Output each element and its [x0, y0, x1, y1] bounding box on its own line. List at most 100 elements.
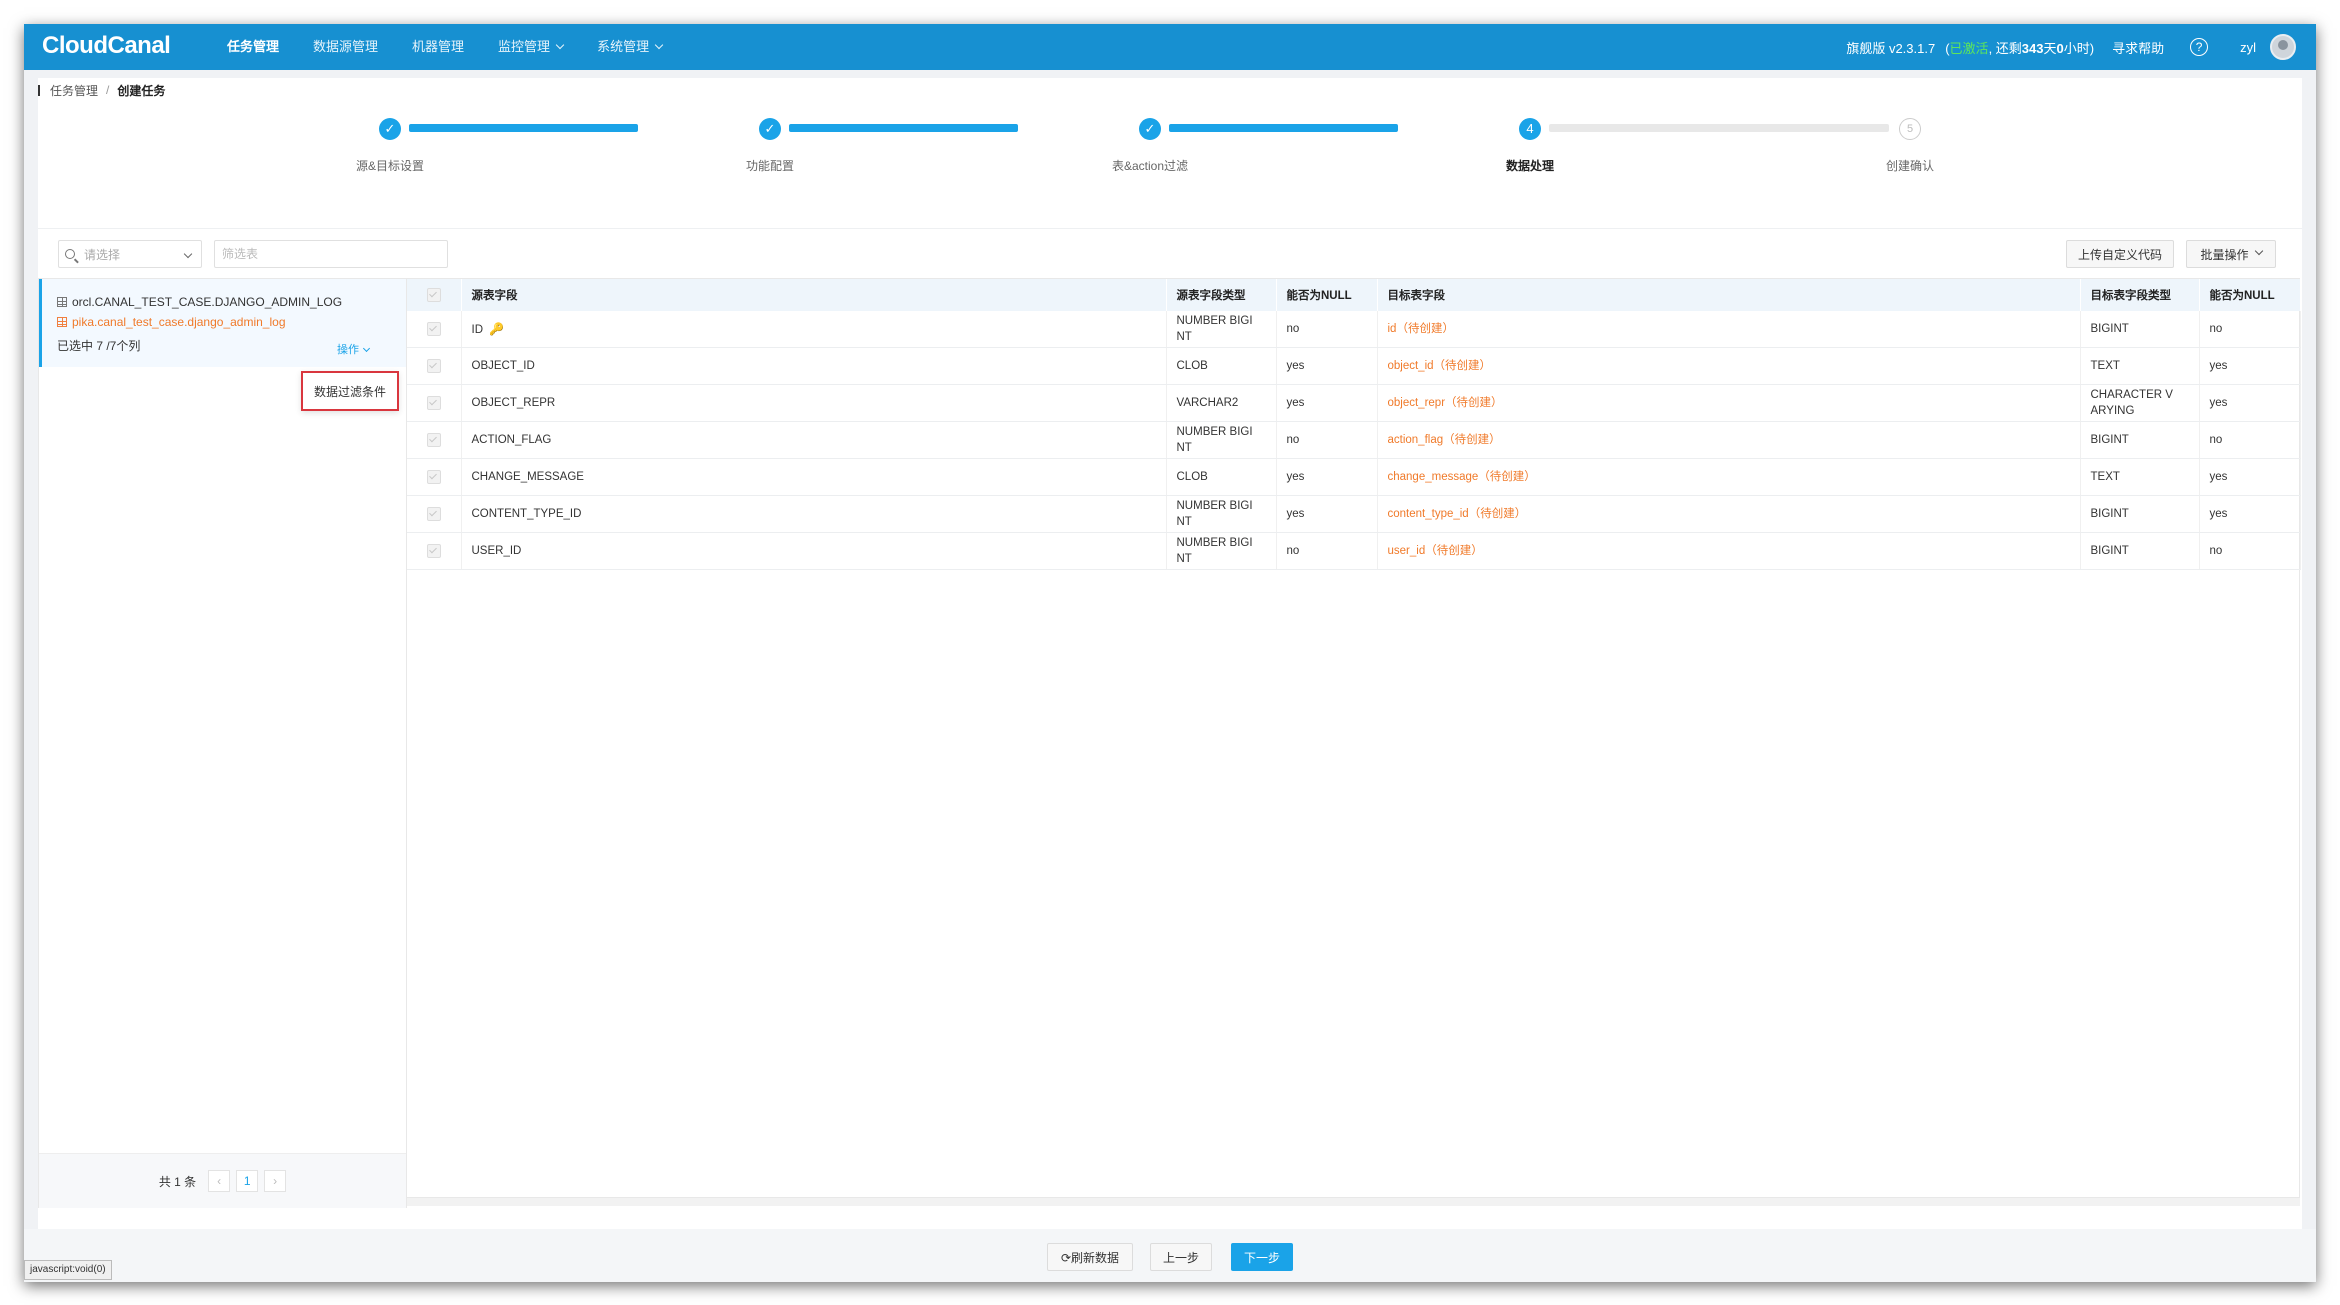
source-nullable: no — [1276, 421, 1378, 459]
license-status: (已激活, 还剩343天0小时) — [1945, 40, 2095, 56]
selected-column-count: 已选中 7 /7个列 — [57, 339, 141, 353]
col-header-source-type: 源表字段类型 — [1166, 279, 1277, 311]
target-nullable: yes — [2199, 384, 2301, 422]
target-field[interactable]: change_message（待创建） — [1377, 458, 2081, 496]
table-row: ID 🔑 NUMBER BIGI NT no id（待创建） BIGINT no — [407, 311, 2301, 348]
operation-dropdown[interactable]: 操作 — [337, 341, 371, 357]
activated-text: 已激活 — [1949, 40, 1989, 56]
source-field: USER_ID — [461, 532, 1167, 570]
main-panel: ✓ ✓ ✓ 4 5 源&目标设置 功能配置 表&action过滤 数据处理 创建… — [38, 78, 2302, 1258]
batch-operations-button[interactable]: 批量操作 — [2186, 240, 2276, 268]
target-nullable: no — [2199, 532, 2301, 570]
nav-system-management[interactable]: 系统管理 — [580, 24, 679, 70]
source-table: orcl.CANAL_TEST_CASE.DJANGO_ADMIN_LOG — [57, 295, 342, 309]
table-header-row: 源表字段 源表字段类型 能否为NULL 目标表字段 目标表字段类型 能否为NUL… — [407, 279, 2301, 311]
chevron-down-icon — [362, 344, 371, 353]
breadcrumb-parent[interactable]: 任务管理 — [50, 82, 98, 99]
table-row: OBJECT_REPR VARCHAR2 yes object_repr（待创建… — [407, 384, 2301, 422]
chevron-down-icon — [654, 40, 664, 50]
target-field[interactable]: content_type_id（待创建） — [1377, 495, 2081, 533]
target-nullable: no — [2199, 421, 2301, 459]
next-step-button[interactable]: 下一步 — [1231, 1243, 1293, 1271]
target-nullable: yes — [2199, 458, 2301, 496]
source-type: VARCHAR2 — [1166, 384, 1277, 422]
target-field[interactable]: object_id（待创建） — [1377, 347, 2081, 385]
source-field: CONTENT_TYPE_ID — [461, 495, 1167, 533]
table-list-item[interactable]: orcl.CANAL_TEST_CASE.DJANGO_ADMIN_LOG pi… — [39, 279, 406, 367]
target-type: CHARACTER V ARYING — [2080, 384, 2200, 422]
prev-step-button[interactable]: 上一步 — [1150, 1243, 1212, 1271]
refresh-data-button[interactable]: ⟳刷新数据 — [1047, 1243, 1133, 1271]
nav-datasource-management[interactable]: 数据源管理 — [296, 24, 395, 70]
target-type: TEXT — [2080, 347, 2200, 385]
source-type: CLOB — [1166, 347, 1277, 385]
target-field[interactable]: object_repr（待创建） — [1377, 384, 2081, 422]
row-checkbox[interactable] — [426, 543, 441, 558]
source-field: ACTION_FLAG — [461, 421, 1167, 459]
breadcrumb-current: 创建任务 — [117, 83, 166, 98]
source-nullable: no — [1276, 532, 1378, 570]
row-checkbox[interactable] — [426, 469, 441, 484]
source-field: CHANGE_MESSAGE — [461, 458, 1167, 496]
nav-task-management[interactable]: 任务管理 — [210, 24, 296, 70]
page-1-button[interactable]: 1 — [236, 1170, 259, 1192]
help-link[interactable]: 寻求帮助 — [2112, 38, 2164, 57]
nav-machine-management[interactable]: 机器管理 — [395, 24, 481, 70]
select-all-checkbox[interactable] — [426, 288, 441, 302]
step-3-check-icon: ✓ — [1139, 118, 1161, 140]
header-right: 旗舰版 v2.3.1.7 (已激活, 还剩343天0小时) 寻求帮助 ? zyl — [1846, 24, 2296, 70]
data-filter-condition-menu-item[interactable]: 数据过滤条件 — [301, 371, 399, 411]
target-field[interactable]: action_flag（待创建） — [1377, 421, 2081, 459]
pagination: 共 1 条 ‹ 1 › — [39, 1153, 406, 1208]
browser-status-bar: javascript:void(0) — [24, 1260, 112, 1280]
schema-select[interactable]: 请选择 — [58, 240, 202, 268]
step-4-number: 4 — [1519, 118, 1541, 140]
cloudcanal-logo[interactable]: CloudCanal — [42, 32, 171, 60]
primary-key-icon: 🔑 — [489, 321, 504, 336]
row-checkbox[interactable] — [426, 395, 441, 410]
target-field[interactable]: id（待创建） — [1377, 311, 2081, 348]
step-3-label: 表&action过滤 — [1111, 159, 1189, 173]
step-connector — [789, 124, 1018, 132]
total-count: 共 1 条 — [158, 1174, 197, 1189]
source-field: OBJECT_ID — [461, 347, 1167, 385]
source-field: OBJECT_REPR — [461, 384, 1167, 422]
top-navbar: CloudCanal 任务管理 数据源管理 机器管理 监控管理 系统管理 旗舰版… — [24, 24, 2316, 70]
chevron-down-icon — [2254, 246, 2263, 256]
avatar[interactable] — [2270, 34, 2296, 60]
target-table: pika.canal_test_case.django_admin_log — [57, 315, 286, 329]
step-progress: ✓ ✓ ✓ 4 5 源&目标设置 功能配置 表&action过滤 数据处理 创建… — [38, 116, 2302, 176]
upload-custom-code-button[interactable]: 上传自定义代码 — [2066, 240, 2174, 268]
col-header-target-field: 目标表字段 — [1377, 279, 2081, 311]
username[interactable]: zyl — [2240, 40, 2256, 55]
next-page-button[interactable]: › — [264, 1170, 287, 1192]
col-header-source-field: 源表字段 — [461, 279, 1167, 311]
target-field[interactable]: user_id（待创建） — [1377, 532, 2081, 570]
table-row: CONTENT_TYPE_ID NUMBER BIGI NT yes conte… — [407, 495, 2301, 533]
row-checkbox[interactable] — [426, 506, 441, 521]
table-icon — [57, 297, 67, 307]
source-nullable: yes — [1276, 495, 1378, 533]
nav-monitor-management[interactable]: 监控管理 — [481, 24, 580, 70]
prev-page-button[interactable]: ‹ — [208, 1170, 231, 1192]
source-type: NUMBER BIGI NT — [1166, 532, 1277, 570]
col-header-target-nullable: 能否为NULL — [2199, 279, 2301, 311]
footer-actions: ⟳刷新数据 上一步 下一步 — [24, 1229, 2316, 1282]
step-connector — [1169, 124, 1398, 132]
divider — [38, 228, 2302, 229]
step-connector — [409, 124, 638, 132]
row-checkbox[interactable] — [426, 358, 441, 373]
target-nullable: yes — [2199, 347, 2301, 385]
question-icon[interactable]: ? — [2190, 38, 2209, 56]
step-4-label: 数据处理 — [1505, 159, 1555, 173]
target-nullable: no — [2199, 311, 2301, 348]
source-type: NUMBER BIGI NT — [1166, 311, 1277, 348]
row-checkbox[interactable] — [426, 432, 441, 447]
horizontal-scrollbar[interactable] — [407, 1198, 2300, 1206]
table-filter-input[interactable] — [214, 240, 448, 268]
table-row: ACTION_FLAG NUMBER BIGI NT no action_fla… — [407, 421, 2301, 459]
target-type: BIGINT — [2080, 311, 2200, 348]
chevron-down-icon — [555, 40, 565, 50]
row-checkbox[interactable] — [426, 321, 441, 336]
column-mapping-table: 源表字段 源表字段类型 能否为NULL 目标表字段 目标表字段类型 能否为NUL… — [407, 278, 2301, 1198]
